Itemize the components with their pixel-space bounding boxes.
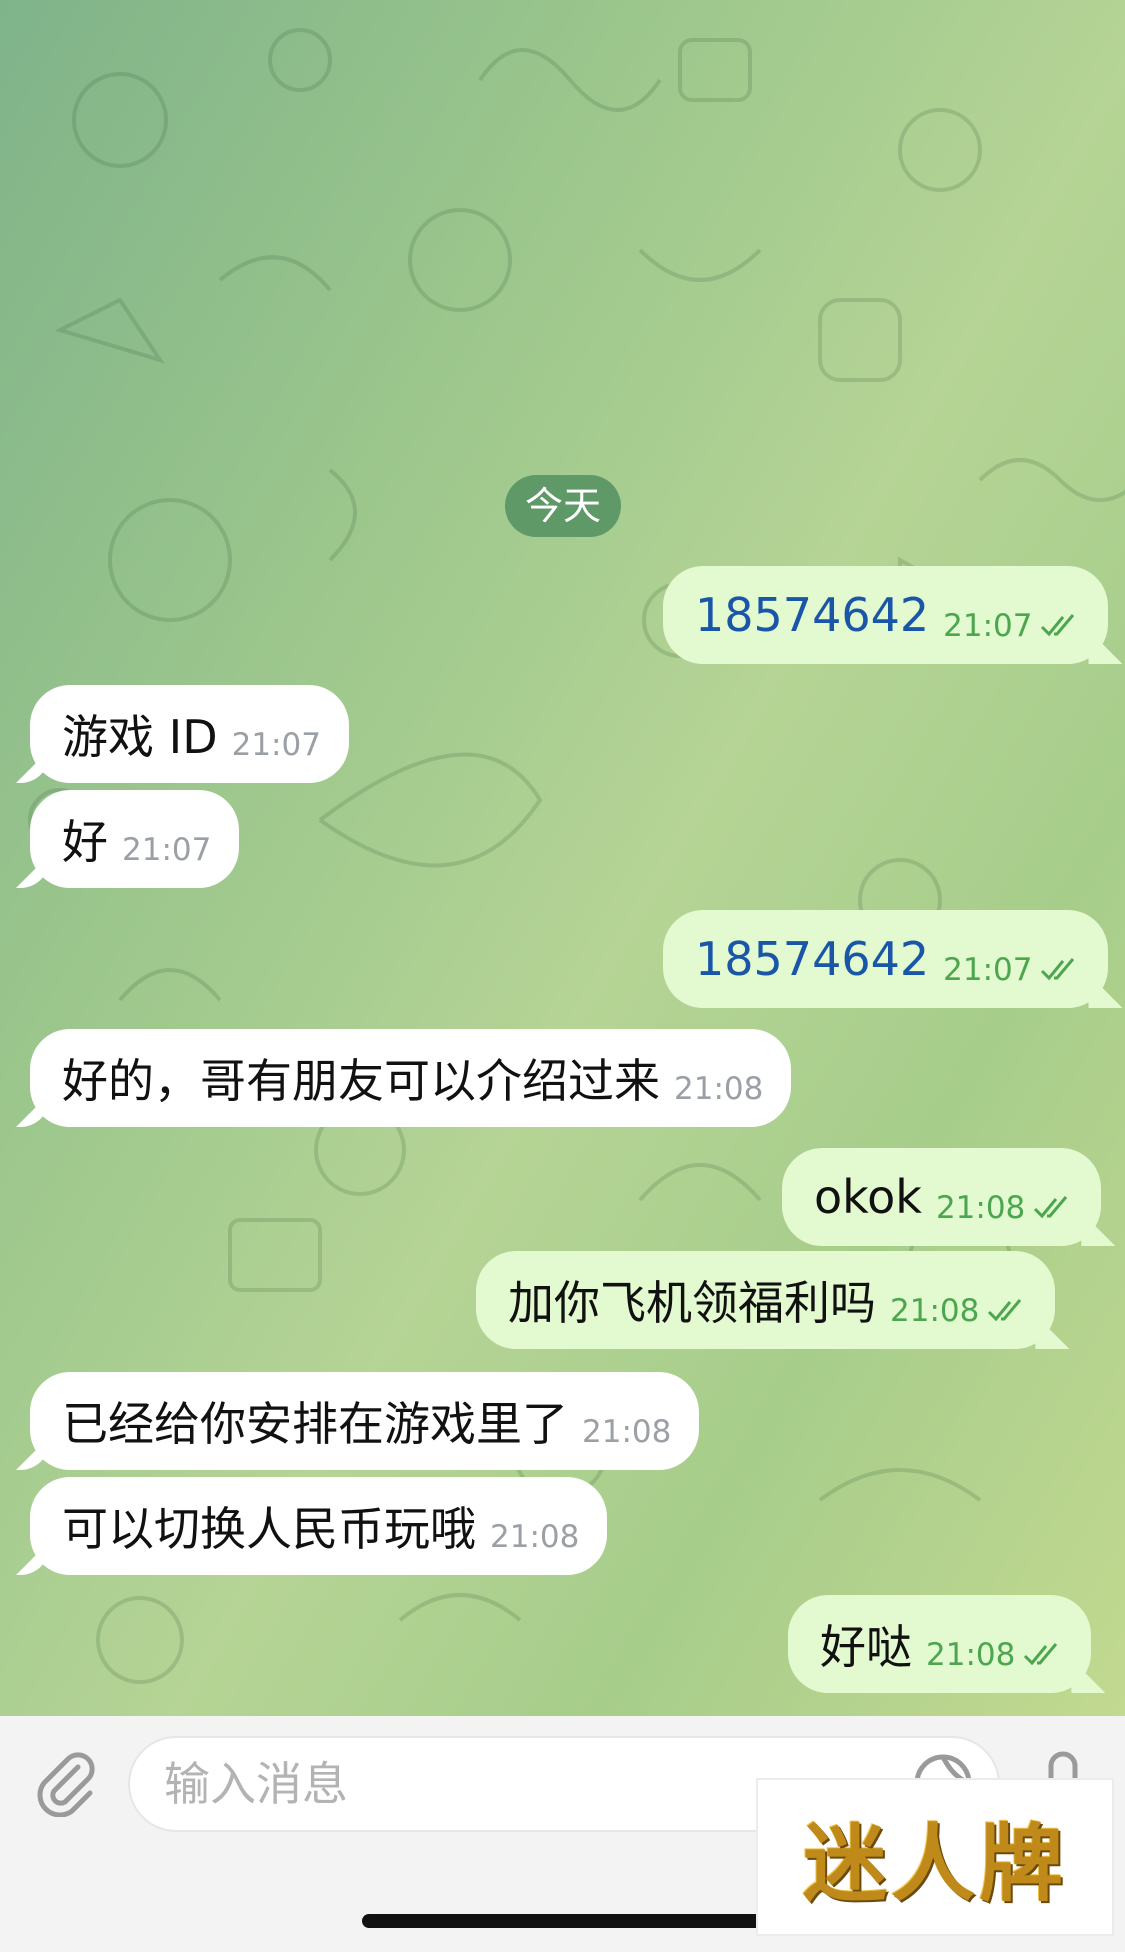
message-text[interactable]: 18574642: [695, 588, 929, 642]
date-separator: 今天: [505, 475, 621, 537]
message-text[interactable]: 好的，哥有朋友可以介绍过来: [62, 1045, 660, 1111]
incoming-message[interactable]: 已经给你安排在游戏里了 21:08: [30, 1372, 700, 1470]
incoming-message[interactable]: 好 21:07: [30, 790, 240, 888]
message-text[interactable]: 18574642: [695, 932, 929, 986]
double-check-icon: [1034, 1196, 1068, 1219]
watermark-text: 迷人牌: [802, 1814, 1067, 1913]
message-text[interactable]: 好: [62, 806, 108, 872]
message-time: 21:07: [943, 608, 1033, 644]
message-text[interactable]: 加你飞机领福利吗: [508, 1267, 876, 1333]
outgoing-message[interactable]: 好哒 21:08: [788, 1595, 1092, 1693]
paperclip-icon[interactable]: [28, 1745, 100, 1817]
double-check-icon: [1041, 614, 1075, 637]
incoming-message[interactable]: 可以切换人民币玩哦 21:08: [30, 1477, 608, 1575]
double-check-icon: [1041, 958, 1075, 981]
double-check-icon: [1024, 1643, 1058, 1666]
outgoing-message[interactable]: 加你飞机领福利吗 21:08: [476, 1251, 1056, 1349]
message-time: 21:07: [122, 832, 212, 868]
message-time: 21:07: [943, 952, 1033, 988]
message-time: 21:08: [582, 1414, 672, 1450]
message-text[interactable]: okok: [814, 1170, 922, 1224]
message-time: 21:08: [935, 1190, 1026, 1226]
watermark-logo: 迷人牌: [756, 1778, 1114, 1936]
message-time: 21:08: [890, 1293, 980, 1329]
chat-background: 今天 18574642 21:07 游戏 ID 21:07 好 21:07 18…: [0, 0, 1125, 1716]
outgoing-message[interactable]: 18574642 21:07: [663, 910, 1109, 1008]
outgoing-message[interactable]: 18574642 21:07: [663, 566, 1109, 664]
message-time: 21:07: [231, 727, 321, 763]
double-check-icon: [988, 1299, 1022, 1322]
message-text[interactable]: 已经给你安排在游戏里了: [62, 1388, 568, 1454]
message-time: 21:08: [490, 1519, 580, 1555]
incoming-message[interactable]: 好的，哥有朋友可以介绍过来 21:08: [30, 1029, 792, 1127]
message-time: 21:08: [926, 1637, 1016, 1673]
message-time: 21:08: [674, 1071, 764, 1107]
message-text[interactable]: 游戏 ID: [62, 701, 218, 767]
home-indicator: [362, 1914, 762, 1928]
message-text[interactable]: 可以切换人民币玩哦: [62, 1493, 476, 1559]
outgoing-message[interactable]: okok 21:08: [782, 1148, 1102, 1246]
message-text[interactable]: 好哒: [820, 1611, 912, 1677]
incoming-message[interactable]: 游戏 ID 21:07: [30, 685, 349, 783]
